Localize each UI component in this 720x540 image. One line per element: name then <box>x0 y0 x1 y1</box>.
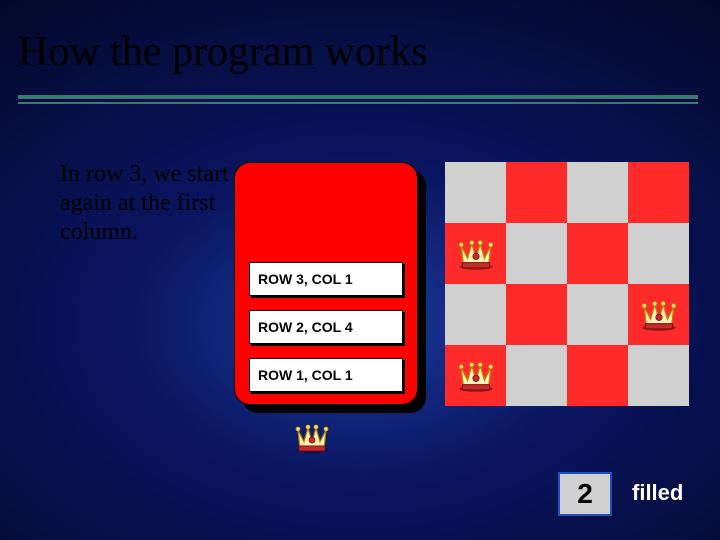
crown-icon <box>292 418 332 458</box>
chess-board <box>445 162 689 406</box>
stack-item: ROW 3, COL 1 <box>249 262 403 296</box>
divider-thin <box>18 102 698 104</box>
board-cell <box>506 223 567 284</box>
stack-panel: ROW 3, COL 1 ROW 2, COL 4 ROW 1, COL 1 <box>234 162 418 405</box>
slide-title: How the program works <box>18 28 427 76</box>
filled-label: filled <box>632 480 683 506</box>
board-cell <box>445 162 506 223</box>
board-cell <box>567 223 628 284</box>
board-cell <box>445 284 506 345</box>
board-cell <box>445 345 506 406</box>
board-cell <box>628 284 689 345</box>
filled-counter: 2 <box>558 472 612 516</box>
crown-icon <box>455 355 497 393</box>
board-cell <box>628 345 689 406</box>
board-cell <box>506 345 567 406</box>
divider-thick <box>18 95 698 99</box>
stack-item: ROW 1, COL 1 <box>249 358 403 392</box>
board-cell <box>567 284 628 345</box>
board-cell <box>506 284 567 345</box>
crown-icon <box>455 233 497 271</box>
board-cell <box>506 162 567 223</box>
board-cell <box>567 345 628 406</box>
crown-icon <box>638 294 680 332</box>
board-cell <box>567 162 628 223</box>
board-cell <box>445 223 506 284</box>
stack-container: ROW 3, COL 1 ROW 2, COL 4 ROW 1, COL 1 <box>234 162 426 413</box>
board-cell <box>628 223 689 284</box>
stack-item: ROW 2, COL 4 <box>249 310 403 344</box>
board-cell <box>628 162 689 223</box>
